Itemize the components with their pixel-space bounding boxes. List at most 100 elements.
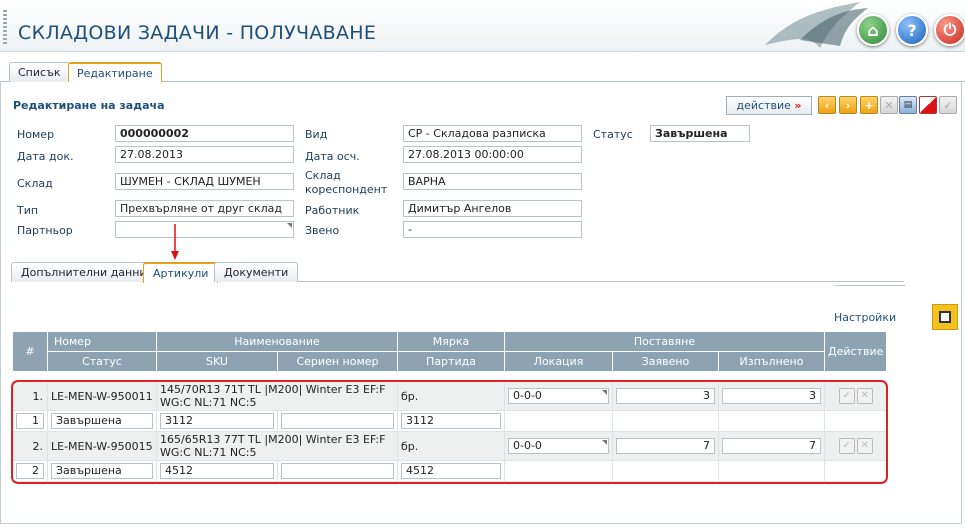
- article-name: 145/70R13 71T TL |M200| Winter E3 EF:F W…: [160, 383, 386, 409]
- tip-label: Тип: [17, 204, 39, 217]
- article-number: LE-MEN-W-950015: [47, 431, 157, 461]
- tab-extra-data[interactable]: Допълнителни данни: [11, 262, 157, 282]
- sklad-kor-label-1: Склад: [305, 169, 341, 182]
- nomer-field[interactable]: 000000002: [115, 125, 294, 142]
- tip-field[interactable]: Прехвърляне от друг склад: [115, 200, 294, 217]
- partnior-combo[interactable]: [115, 221, 294, 238]
- clear-button[interactable]: [919, 96, 937, 114]
- page-title: СКЛАДОВИ ЗАДАЧИ - ПОЛУЧАВАНЕ: [18, 22, 377, 44]
- partnior-label: Партньор: [17, 224, 73, 237]
- vid-field[interactable]: СР - Складова разписка: [403, 125, 582, 142]
- divider: [835, 285, 905, 286]
- confirm-button[interactable]: ✓: [939, 96, 957, 114]
- table-row[interactable]: 2 Завършена 4512 4512: [12, 460, 888, 482]
- articles-grid: # Номер Наименование Мярка Поставяне Дей…: [12, 331, 888, 482]
- close-icon[interactable]: ✕: [856, 438, 873, 454]
- col-partida: Партида: [397, 351, 505, 372]
- table-row[interactable]: 1. LE-MEN-W-950011 145/70R13 71T TL |M20…: [12, 381, 888, 411]
- red-arrow-icon: [171, 224, 179, 260]
- col-marka: Мярка: [397, 331, 505, 352]
- app-header: СКЛАДОВИ ЗАДАЧИ - ПОЛУЧАВАНЕ ⌂ ? ⏻: [0, 0, 965, 52]
- plus-icon: +: [864, 98, 874, 112]
- location-combo[interactable]: 0-0-0: [508, 438, 609, 454]
- col-deistvie: Действие: [823, 331, 888, 372]
- action-label: действие: [736, 99, 791, 112]
- data-dok-label: Дата док.: [17, 150, 74, 163]
- tab-documents[interactable]: Документи: [214, 262, 299, 282]
- col-nomer: Номер: [47, 331, 157, 352]
- bird-logo-icon: [765, 2, 868, 48]
- col-postavyane: Поставяне: [504, 331, 825, 352]
- settings-label: Настройки: [834, 311, 897, 324]
- table-row[interactable]: 2. LE-MEN-W-950015 165/65R13 77T TL |M20…: [12, 431, 888, 461]
- sklad-kor-label-2: кореспондент: [305, 183, 388, 196]
- table-row[interactable]: 1 Завършена 3112 3112: [12, 410, 888, 432]
- settings-checkbox[interactable]: [932, 304, 958, 330]
- action-arrow: »: [794, 99, 802, 112]
- batch-field[interactable]: 3112: [401, 413, 501, 429]
- batch-field[interactable]: 4512: [401, 463, 501, 479]
- printer-icon: ▤: [903, 100, 913, 110]
- logout-button[interactable]: ⏻: [934, 14, 965, 46]
- checkbox-icon: [939, 311, 951, 323]
- tab-articles[interactable]: Артикули: [143, 262, 219, 283]
- requested-field[interactable]: 3: [616, 388, 715, 404]
- rabotnik-field[interactable]: Димитър Ангелов: [403, 200, 582, 217]
- location-combo[interactable]: 0-0-0: [508, 388, 609, 404]
- requested-field[interactable]: 7: [616, 438, 715, 454]
- tab-list[interactable]: Списък: [9, 62, 70, 82]
- next-button[interactable]: ›: [839, 96, 857, 114]
- zveno-label: Звено: [305, 224, 340, 237]
- chevron-right-icon: ›: [845, 98, 851, 112]
- fulfilled-field[interactable]: 3: [722, 388, 821, 404]
- col-zayaveno: Заявено: [612, 351, 719, 372]
- unit: бр.: [397, 431, 505, 461]
- sku-field[interactable]: 4512: [160, 463, 274, 479]
- status-label: Статус: [593, 128, 633, 141]
- close-icon[interactable]: ✕: [856, 388, 873, 404]
- status-field[interactable]: Завършена: [650, 125, 750, 142]
- check-icon[interactable]: ✓: [838, 438, 855, 454]
- sklad-kor-field[interactable]: ВАРНА: [403, 173, 582, 190]
- question-icon: ?: [907, 20, 917, 40]
- sklad-field[interactable]: ШУМЕН - СКЛАД ШУМЕН: [115, 173, 294, 190]
- home-button[interactable]: ⌂: [857, 14, 889, 46]
- article-number: LE-MEN-W-950011: [47, 381, 157, 411]
- vid-label: Вид: [305, 128, 328, 141]
- prev-button[interactable]: ‹: [818, 96, 836, 114]
- tab-edit[interactable]: Редактиране: [68, 62, 162, 83]
- data-osch-label: Дата осч.: [305, 150, 360, 163]
- detail-tabs: Допълнителни данни Артикули Документи: [11, 262, 904, 283]
- serial-field[interactable]: [281, 463, 394, 479]
- col-hash: #: [12, 331, 48, 372]
- col-lokaciya: Локация: [504, 351, 613, 372]
- row-number-field[interactable]: 1: [16, 413, 44, 429]
- sku-field[interactable]: 3112: [160, 413, 274, 429]
- status-field[interactable]: Завършена: [51, 413, 153, 429]
- row-index: 2.: [12, 431, 48, 461]
- help-button[interactable]: ?: [896, 14, 928, 46]
- fulfilled-field[interactable]: 7: [722, 438, 821, 454]
- serial-field[interactable]: [281, 413, 394, 429]
- zveno-field[interactable]: -: [403, 221, 582, 238]
- col-status: Статус: [47, 351, 157, 372]
- unit: бр.: [397, 381, 505, 411]
- row-index: 1.: [12, 381, 48, 411]
- data-dok-field[interactable]: 27.08.2013: [115, 146, 294, 163]
- data-osch-field[interactable]: 27.08.2013 00:00:00: [403, 146, 582, 163]
- delete-button[interactable]: ✕: [880, 96, 898, 114]
- chevron-left-icon: ‹: [824, 98, 830, 112]
- status-field[interactable]: Завършена: [51, 463, 153, 479]
- row-number-field[interactable]: 2: [16, 463, 44, 479]
- close-icon: ✕: [884, 98, 894, 112]
- add-button[interactable]: +: [860, 96, 878, 114]
- action-button[interactable]: действие »: [726, 96, 812, 115]
- print-button[interactable]: ▤: [899, 96, 917, 114]
- col-izpalneno: Изпълнено: [718, 351, 825, 372]
- section-title: Редактиране на задача: [13, 99, 165, 112]
- main-tabs: Списък Редактиране: [0, 62, 965, 83]
- rabotnik-label: Работник: [305, 204, 360, 217]
- col-sku: SKU: [156, 351, 278, 372]
- check-icon[interactable]: ✓: [838, 388, 855, 404]
- power-icon: ⏻: [943, 20, 957, 39]
